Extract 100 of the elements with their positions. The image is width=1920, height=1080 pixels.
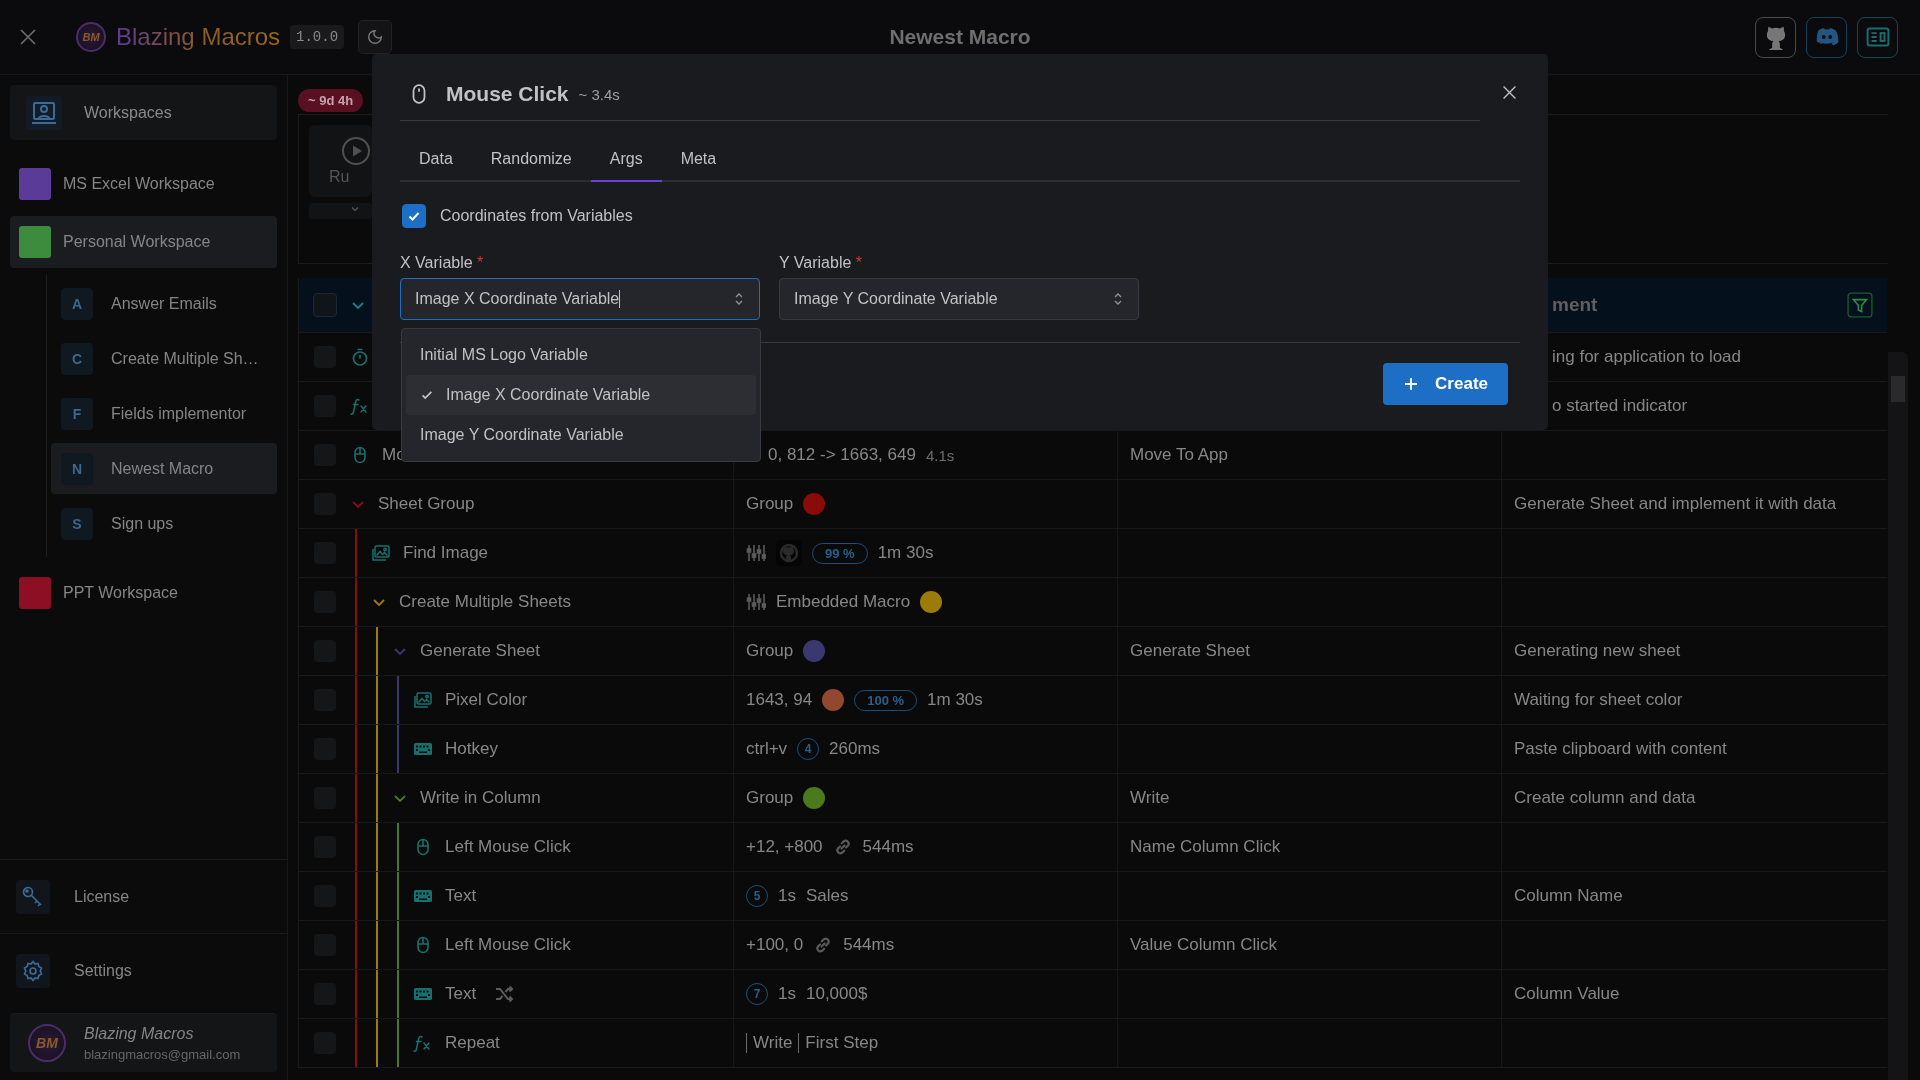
select-all-checkbox[interactable] <box>312 293 337 317</box>
dropdown-option[interactable]: Initial MS Logo Variable <box>406 335 756 375</box>
checkbox[interactable] <box>402 204 426 228</box>
function-icon <box>413 1033 433 1053</box>
step-label: Write <box>1130 788 1170 808</box>
sliders-icon <box>746 592 766 612</box>
step-comment: Waiting for sheet color <box>1514 690 1683 710</box>
close-icon[interactable] <box>1501 84 1518 101</box>
checkbox-label: Coordinates from Variables <box>440 207 633 225</box>
macro-item[interactable]: A Answer Emails <box>51 278 277 329</box>
step-detail: 0, 812 -> 1663, 649 <box>768 445 916 465</box>
dropdown-option[interactable]: Image X Coordinate Variable <box>406 375 756 415</box>
variable-select[interactable]: Image X Coordinate Variable <box>400 278 760 320</box>
step-comment: Generate Sheet and implement it with data <box>1514 494 1837 514</box>
step-name: Sheet Group <box>378 494 475 514</box>
step-name: Pixel Color <box>445 690 528 710</box>
updown-icon <box>1112 291 1124 307</box>
step-name: Write in Column <box>420 788 541 808</box>
step-comment: Column Name <box>1514 886 1623 906</box>
variable-select[interactable]: Image Y Coordinate Variable <box>779 278 1139 320</box>
step-label: Move To App <box>1130 445 1228 465</box>
step-name: Generate Sheet <box>420 641 541 661</box>
function-icon <box>350 396 370 416</box>
step-comment: Paste clipboard with content <box>1514 739 1727 759</box>
timer-icon <box>350 347 370 367</box>
step-comment: Create column and data <box>1514 788 1696 808</box>
macro-item[interactable]: S Sign ups <box>51 498 277 549</box>
step-detail: 1s <box>778 886 796 906</box>
step-name: Left Mouse Click <box>445 837 571 857</box>
step-detail: 1m 30s <box>877 543 934 563</box>
license-nav-item[interactable]: License <box>0 859 287 933</box>
step-detail: Group <box>746 788 794 808</box>
field-label: X Variable * <box>400 254 485 272</box>
column-header[interactable]: ment <box>1552 294 1598 316</box>
create-button[interactable]: Create <box>1383 363 1508 405</box>
window-title: Newest Macro <box>889 25 1031 49</box>
logo-icon: BM <box>76 22 106 52</box>
step-label: Generate Sheet <box>1130 641 1251 661</box>
settings-nav-item[interactable]: Settings <box>0 933 287 1007</box>
step-detail: 1643, 94 <box>746 690 813 710</box>
step-detail: +100, 0 <box>746 935 804 955</box>
tab[interactable]: Data <box>400 137 472 182</box>
step-name: Find Image <box>403 543 489 563</box>
step-detail: Group <box>746 641 794 661</box>
workspace-item[interactable]: PPT Workspace <box>10 567 277 619</box>
theme-toggle-button[interactable] <box>358 20 393 54</box>
step-comment: Column Value <box>1514 984 1620 1004</box>
workspace-item[interactable]: Personal Workspace <box>10 216 277 268</box>
step-comment: o started indicator <box>1552 396 1688 416</box>
step-name: Text <box>445 886 477 906</box>
filter-icon[interactable] <box>1847 292 1873 318</box>
step-detail: 1s <box>778 984 796 1004</box>
workspaces-button[interactable]: Workspaces <box>10 85 277 140</box>
step-detail: +12, +800 <box>746 837 823 857</box>
dialog-title: Mouse Click <box>446 82 569 106</box>
step-name: Hotkey <box>445 739 498 759</box>
step-detail: 260ms <box>829 739 881 759</box>
discord-button[interactable] <box>1806 16 1847 58</box>
image-icon <box>371 543 391 563</box>
tab[interactable]: Meta <box>661 137 736 182</box>
tab[interactable]: Randomize <box>471 137 591 182</box>
step-detail: 10,000$ <box>805 984 868 1004</box>
macro-item[interactable]: F Fields implementor <box>51 388 277 439</box>
run-options-dropdown[interactable] <box>309 203 372 219</box>
github-button[interactable] <box>1755 16 1796 58</box>
user-card[interactable]: BM Blazing Macros blazingmacros@gmail.com <box>10 1013 277 1072</box>
updown-icon <box>733 291 745 307</box>
dialog-duration: ~ 3.4s <box>578 85 620 103</box>
scrollbar[interactable] <box>1888 352 1908 1080</box>
panel-button[interactable] <box>1857 16 1898 58</box>
step-comment: Generating new sheet <box>1514 641 1681 661</box>
image-icon <box>413 690 433 710</box>
step-label: Name Column Click <box>1130 837 1281 857</box>
workspace-item[interactable]: MS Excel Workspace <box>10 158 277 210</box>
step-name: Repeat <box>445 1033 500 1053</box>
template-thumbnail <box>776 540 802 566</box>
step-reference: First Step <box>798 1033 879 1053</box>
step-detail: 1m 30s <box>927 690 983 710</box>
moon-icon <box>366 28 385 46</box>
step-duration: 4.1s <box>925 446 955 464</box>
step-detail: Embedded Macro <box>776 592 911 612</box>
step-reference: Write <box>746 1033 793 1053</box>
macro-item[interactable]: C Create Multiple Sh… <box>51 333 277 384</box>
step-detail: 544ms <box>862 837 914 857</box>
step-comment: ing for application to load <box>1552 347 1742 367</box>
sliders-icon <box>746 543 766 563</box>
person-icon <box>26 95 62 130</box>
step-name: Left Mouse Click <box>445 935 571 955</box>
dropdown-option[interactable]: Image Y Coordinate Variable <box>406 415 756 455</box>
duration-badge: ~ 9d 4h <box>298 89 364 112</box>
field-label: Y Variable * <box>779 254 864 272</box>
version-badge: 1.0.0 <box>290 25 345 49</box>
plus-icon <box>1403 376 1420 392</box>
step-name: Text <box>445 984 477 1004</box>
play-icon <box>341 136 371 166</box>
tab[interactable]: Args <box>590 137 662 182</box>
macro-item[interactable]: N Newest Macro <box>51 443 277 494</box>
step-label: Value Column Click <box>1130 935 1278 955</box>
step-detail: ctrl+v <box>746 739 788 759</box>
step-detail: Group <box>746 494 794 514</box>
